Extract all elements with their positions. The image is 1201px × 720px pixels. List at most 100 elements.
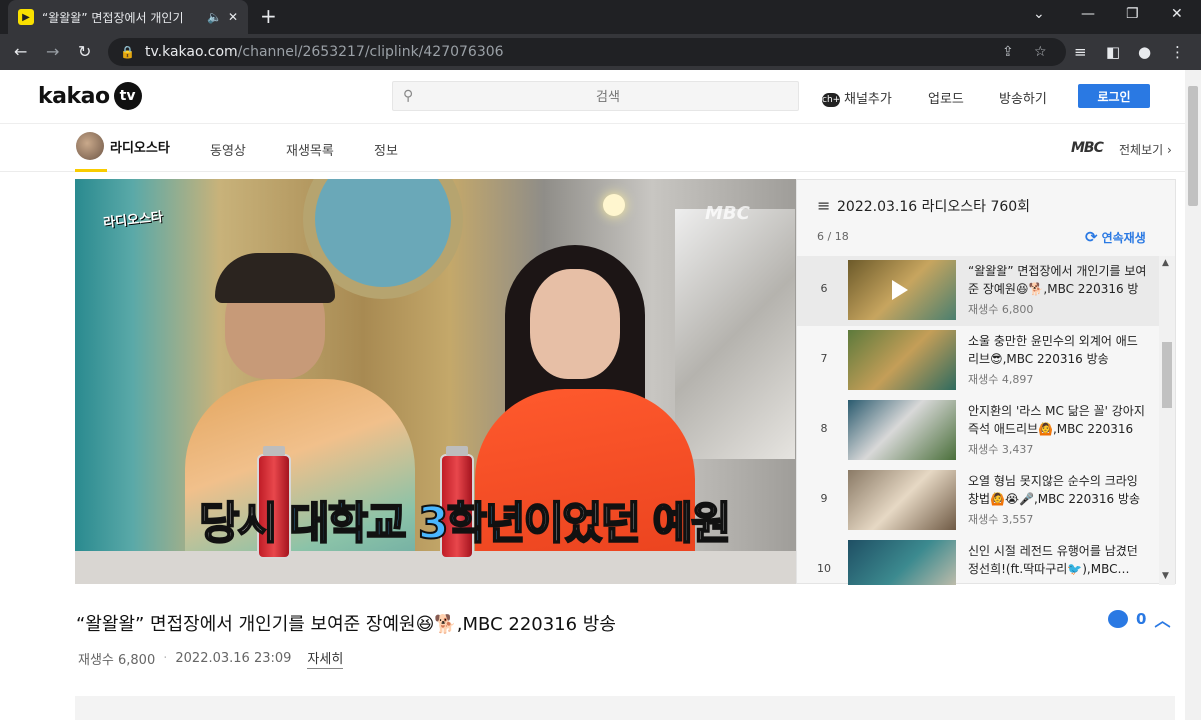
- channel-subnav: 라디오스타 동영상 재생목록 정보 MBC 전체보기 ›: [0, 124, 1185, 172]
- mbc-logo[interactable]: MBC: [1071, 140, 1104, 156]
- tab-search-icon[interactable]: ⌄: [1033, 6, 1045, 22]
- list-icon: ≡: [817, 196, 831, 215]
- channel-avatar: [76, 132, 104, 160]
- channel-home-link[interactable]: 라디오스타: [76, 132, 170, 160]
- tab-playlists[interactable]: 재생목록: [286, 140, 334, 159]
- playlist-panel: ≡ 2022.03.16 라디오스타 760회 6 / 18 ⟳ 연속재생 6 “…: [796, 179, 1176, 585]
- comment-toggle[interactable]: 0 ︿: [1108, 607, 1170, 631]
- upload-link[interactable]: 업로드: [928, 88, 964, 107]
- item-views: 재생수 4,897: [968, 373, 1034, 386]
- tab-videos[interactable]: 동영상: [210, 140, 246, 159]
- item-number: 6: [820, 282, 828, 295]
- playlist-position: 6 / 18: [817, 230, 849, 243]
- channel-name: 라디오스타: [110, 140, 170, 156]
- page-scroll-thumb[interactable]: [1188, 86, 1198, 206]
- profile-icon[interactable]: ●: [1138, 43, 1151, 61]
- tab-title: “왈왈왈” 면접장에서 개인기: [42, 10, 184, 25]
- details-link[interactable]: 자세히: [307, 648, 344, 669]
- tab-info[interactable]: 정보: [374, 140, 398, 159]
- search-icon[interactable]: ⚲: [403, 88, 413, 104]
- lock-icon[interactable]: 🔒: [120, 45, 135, 59]
- browser-toolbar: ← → ↻ 🔒 tv.kakao.com/channel/2653217/cli…: [0, 34, 1201, 70]
- restore-icon[interactable]: ❐: [1126, 6, 1139, 22]
- item-views: 재생수 3,557: [968, 513, 1034, 526]
- search-input[interactable]: [423, 86, 793, 108]
- scroll-down-icon[interactable]: ▼: [1162, 571, 1169, 581]
- repeat-icon: ⟳: [1085, 228, 1098, 246]
- page-scrollbar[interactable]: [1185, 70, 1201, 720]
- playlist-item[interactable]: 10 신인 시절 레전드 유행어를 남겼던 정선희!(ft.딱따구리🐦),MBC…: [797, 536, 1159, 585]
- separator-dot: ·: [163, 651, 168, 666]
- comment-icon: [1108, 610, 1128, 628]
- playlist-title[interactable]: 2022.03.16 라디오스타 760회: [837, 196, 1030, 216]
- description-box: [75, 696, 1175, 720]
- tab-close-icon[interactable]: ✕: [228, 10, 238, 24]
- active-tab-indicator: [75, 169, 107, 172]
- item-thumbnail[interactable]: [848, 330, 956, 390]
- url-path: /channel/2653217/cliplink/427076306: [237, 44, 504, 60]
- logo-badge: tv: [113, 82, 142, 110]
- share-icon[interactable]: ⇪: [1002, 44, 1014, 60]
- kakao-tv-logo[interactable]: kakao tv: [38, 82, 142, 110]
- media-control-icon[interactable]: ≡: [1074, 43, 1087, 61]
- item-title[interactable]: “왈왈왈” 면접장에서 개인기를 보여준 장예원😆🐕,MBC 220316 방송: [968, 262, 1148, 298]
- new-tab-icon[interactable]: +: [260, 6, 277, 26]
- video-meta: 재생수 6,800 · 2022.03.16 23:09 자세히: [78, 648, 344, 669]
- playlist-scroll-thumb[interactable]: [1162, 342, 1172, 408]
- browser-tab[interactable]: ▶ “왈왈왈” 면접장에서 개인기 🔈 ✕: [8, 0, 248, 34]
- address-bar[interactable]: 🔒 tv.kakao.com/channel/2653217/cliplink/…: [108, 38, 1066, 66]
- window-close-icon[interactable]: ✕: [1171, 6, 1183, 22]
- bookmark-star-icon[interactable]: ☆: [1034, 44, 1047, 60]
- video-player[interactable]: 라디오스타 MBC 당시 대학교 3학년이었던 예원: [75, 179, 796, 584]
- add-channel-button[interactable]: ch+ 채널추가: [822, 88, 892, 107]
- item-number: 9: [820, 492, 828, 505]
- item-thumbnail[interactable]: [848, 540, 956, 585]
- playlist-item[interactable]: 8 안지환의 '라스 MC 닮은 꼴' 강아지 즉석 애드리브🙆,MBC 220…: [797, 396, 1159, 466]
- table: [75, 551, 796, 584]
- scroll-up-icon[interactable]: ▲: [1162, 258, 1169, 268]
- video-title: “왈왈왈” 면접장에서 개인기를 보여준 장예원😆🐕,MBC 220316 방송: [76, 614, 616, 635]
- minimize-icon[interactable]: —: [1081, 6, 1095, 22]
- lamp: [603, 194, 625, 216]
- logo-text: kakao: [38, 83, 110, 109]
- chevron-right-icon: ›: [1167, 143, 1172, 157]
- view-all-link[interactable]: 전체보기 ›: [1119, 141, 1172, 158]
- item-thumbnail[interactable]: [848, 260, 956, 320]
- play-icon: [892, 280, 908, 300]
- login-button[interactable]: 로그인: [1078, 84, 1150, 108]
- broadcast-link[interactable]: 방송하기: [999, 88, 1047, 107]
- upload-date: 2022.03.16 23:09: [175, 651, 292, 666]
- view-all-label: 전체보기: [1119, 143, 1164, 157]
- add-channel-icon: ch+: [822, 92, 841, 107]
- chevron-up-icon: ︿: [1154, 611, 1171, 630]
- item-title[interactable]: 오열 형님 못지않은 순수의 크라잉 창법🙆😭🎤,MBC 220316 방송: [968, 472, 1148, 508]
- playlist-item[interactable]: 9 오열 형님 못지않은 순수의 크라잉 창법🙆😭🎤,MBC 220316 방송…: [797, 466, 1159, 536]
- speaker-icon[interactable]: 🔈: [207, 10, 222, 24]
- browser-tabstrip: ▶ “왈왈왈” 면접장에서 개인기 🔈 ✕ + ⌄ — ❐ ✕: [0, 0, 1201, 34]
- kakao-favicon-icon: ▶: [18, 9, 34, 25]
- item-thumbnail[interactable]: [848, 400, 956, 460]
- add-channel-label: 채널추가: [844, 92, 892, 107]
- playlist-item[interactable]: 7 소울 충만한 윤민수의 외계어 애드리브😎,MBC 220316 방송 재생…: [797, 326, 1159, 396]
- back-icon[interactable]: ←: [14, 42, 27, 61]
- reload-icon[interactable]: ↻: [78, 42, 91, 61]
- playlist-header: ≡ 2022.03.16 라디오스타 760회 6 / 18 ⟳ 연속재생: [797, 180, 1175, 256]
- broadcaster-watermark: MBC: [705, 203, 750, 224]
- item-title[interactable]: 신인 시절 레전드 유행어를 남겼던 정선희!(ft.딱따구리🐦),MBC…: [968, 542, 1148, 578]
- playlist-scrollbar[interactable]: ▲ ▼: [1159, 256, 1175, 585]
- url-host: tv.kakao.com: [144, 44, 238, 60]
- item-number: 8: [820, 422, 828, 435]
- star-decor: [675, 209, 795, 459]
- item-title[interactable]: 안지환의 '라스 MC 닮은 꼴' 강아지 즉석 애드리브🙆,MBC 22031…: [968, 402, 1148, 438]
- autoplay-toggle[interactable]: ⟳ 연속재생: [1085, 228, 1146, 246]
- search-box[interactable]: ⚲: [392, 81, 799, 111]
- forward-icon[interactable]: →: [46, 42, 59, 61]
- item-thumbnail[interactable]: [848, 470, 956, 530]
- item-number: 7: [820, 352, 828, 365]
- item-title[interactable]: 소울 충만한 윤민수의 외계어 애드리브😎,MBC 220316 방송: [968, 332, 1148, 368]
- side-panel-icon[interactable]: ◧: [1106, 43, 1120, 61]
- autoplay-label: 연속재생: [1101, 231, 1146, 245]
- playlist-item[interactable]: 6 “왈왈왈” 면접장에서 개인기를 보여준 장예원😆🐕,MBC 220316 …: [797, 256, 1159, 326]
- chrome-menu-icon[interactable]: ⋮: [1170, 43, 1185, 61]
- page-content: kakao tv ⚲ ch+채널추가 업로드 방송하기 로그인 라디오스타 동영…: [0, 70, 1185, 720]
